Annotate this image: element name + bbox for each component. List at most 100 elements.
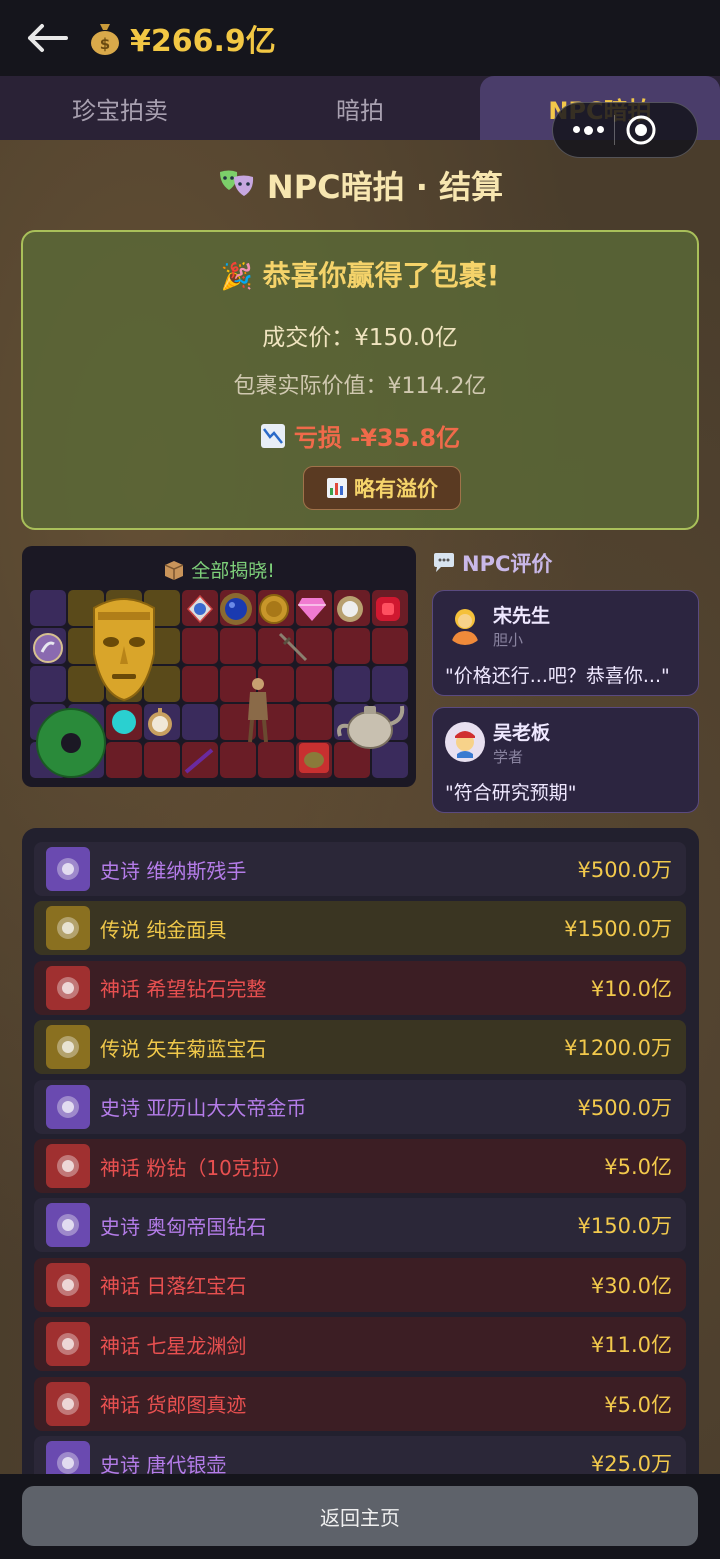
grid-cell (106, 742, 142, 778)
item-row[interactable]: 神话 货郎图真迹 ¥5.0亿 (34, 1376, 686, 1431)
item-price: ¥1200.0万 (564, 1036, 672, 1061)
grid-cell (30, 666, 66, 702)
item-row[interactable]: 神话 七星龙渊剑 ¥11.0亿 (34, 1317, 686, 1372)
item-name: 传说 矢车菊蓝宝石 (100, 1036, 267, 1061)
loss-row: 亏损 -¥35.8亿 (23, 418, 697, 453)
venus-hand-icon (33, 633, 63, 663)
hope-diamond-icon (46, 965, 90, 1010)
venus-hand-icon (46, 847, 90, 891)
npc-name: 宋先生 (493, 605, 551, 627)
npc-review-title: NPC评价 (462, 552, 553, 576)
painting-figure-icon (248, 678, 268, 743)
item-row[interactable]: 传说 矢车菊蓝宝石 ¥1200.0万 (34, 1020, 686, 1075)
gold-mask-icon (93, 598, 155, 702)
grid-cell (182, 704, 218, 740)
turquoise-bead-icon (112, 710, 136, 734)
pink-diamond-icon (46, 1144, 90, 1188)
item-row[interactable]: 神话 粉钻（10克拉） ¥5.0亿 (34, 1139, 686, 1193)
grid-cell (334, 628, 370, 664)
capsule-divider (614, 115, 615, 145)
tab-treasure-auction[interactable]: 珍宝拍卖 (0, 76, 240, 140)
item-row[interactable]: 神话 日落红宝石 ¥30.0亿 (34, 1257, 686, 1312)
gold-mask-icon (46, 906, 90, 951)
item-row[interactable]: 史诗 奥匈帝国钻石 ¥150.0万 (34, 1198, 686, 1253)
return-home-button[interactable]: 返回主页 (22, 1486, 698, 1546)
grid-cell (296, 666, 332, 702)
diamond-brooch-icon (337, 596, 363, 622)
diamond-brooch-icon (46, 1203, 90, 1248)
grid-cell (220, 742, 256, 778)
pink-diamond-icon (298, 598, 326, 621)
item-name: 传说 纯金面具 (100, 917, 227, 942)
item-price: ¥10.0亿 (590, 976, 672, 1001)
premium-badge-label: 略有溢价 (354, 477, 438, 501)
item-price: ¥500.0万 (577, 858, 672, 882)
item-row[interactable]: 神话 希望钻石完整 ¥10.0亿 (34, 960, 686, 1015)
grid-cell (372, 628, 408, 664)
money-bag-icon: $ (91, 24, 119, 55)
page-title-row: NPC暗拍 · 结算 (0, 162, 720, 208)
miniprogram-capsule (552, 102, 698, 158)
item-price: ¥30.0亿 (590, 1273, 672, 1298)
money-display: $ ¥266.9亿 (88, 16, 276, 60)
sapphire-icon (220, 593, 252, 625)
npc-trait: 学者 (493, 748, 524, 766)
item-name: 神话 粉钻（10克拉） (100, 1155, 292, 1180)
item-price: ¥5.0亿 (604, 1155, 672, 1179)
hope-diamond-icon (186, 594, 214, 624)
npc-review-header: NPC评价 (432, 548, 552, 578)
bar-chart-icon (327, 478, 347, 498)
npc-comment: "符合研究预期" (445, 782, 577, 804)
money-amount: ¥266.9亿 (130, 24, 276, 59)
pocket-watch-icon (148, 708, 172, 736)
item-price: ¥500.0万 (577, 1095, 672, 1120)
theater-masks-icon (219, 170, 253, 196)
party-popper-icon: 🎉 (220, 262, 253, 292)
back-arrow-icon[interactable] (22, 18, 70, 58)
grid-cell (258, 742, 294, 778)
sword-icon (46, 1322, 90, 1367)
close-target-icon[interactable] (625, 114, 657, 146)
win-result-card: 🎉 恭喜你赢得了包裹! 成交价：¥150.0亿 包裹实际价值：¥114.2亿 亏… (21, 230, 699, 530)
item-name: 神话 希望钻石完整 (100, 977, 267, 1002)
item-row[interactable]: 史诗 维纳斯残手 ¥500.0万 (34, 842, 686, 896)
dragon-staff-icon (184, 748, 214, 774)
item-price: ¥1500.0万 (564, 917, 672, 942)
item-name: 史诗 奥匈帝国钻石 (100, 1214, 267, 1239)
sapphire-icon (46, 1025, 90, 1070)
ruby-icon (46, 1262, 90, 1307)
speech-bubble-icon (434, 553, 454, 572)
npc-avatar-man-icon (445, 722, 485, 762)
item-name: 神话 货郎图真迹 (100, 1393, 247, 1418)
gold-coin-icon (259, 594, 289, 624)
page-title: NPC暗拍 · 结算 (266, 168, 504, 206)
npc-trait: 胆小 (493, 631, 524, 649)
item-name: 史诗 亚历山大大帝金币 (100, 1096, 307, 1121)
item-row[interactable]: 史诗 亚历山大大帝金币 ¥500.0万 (34, 1079, 686, 1134)
jade-disc-icon (36, 708, 106, 778)
npc-card: 吴老板 学者 "符合研究预期" (432, 707, 699, 813)
npc-name: 吴老板 (493, 722, 551, 744)
deal-price: 成交价：¥150.0亿 (262, 325, 458, 351)
grid-cell (296, 704, 332, 740)
grid-cell (30, 590, 66, 626)
painting-icon (46, 1381, 90, 1426)
more-menu-icon[interactable] (573, 125, 604, 135)
grid-cell (182, 628, 218, 664)
chart-down-icon (260, 423, 285, 448)
loss-amount: 亏损 -¥35.8亿 (293, 424, 461, 452)
top-bar: $ ¥266.9亿 (0, 0, 720, 76)
item-name: 史诗 维纳斯残手 (100, 858, 247, 883)
tab-blind-auction[interactable]: 暗拍 (240, 76, 480, 140)
svg-text:$: $ (100, 35, 110, 53)
ruby-icon (376, 597, 400, 621)
npc-avatar-woman-icon (451, 609, 479, 645)
grid-cell (220, 628, 256, 664)
item-list: 史诗 维纳斯残手 ¥500.0万 传说 纯金面具 ¥1500.0万 神话 希望钻石完整 ¥… (22, 828, 699, 1488)
silver-teapot-icon (337, 705, 405, 749)
premium-badge: 略有溢价 (303, 466, 461, 510)
gold-coin-icon (46, 1084, 90, 1129)
grid-cell (182, 666, 218, 702)
item-row[interactable]: 传说 纯金面具 ¥1500.0万 (34, 901, 686, 956)
win-headline-row: 🎉 恭喜你赢得了包裹! (23, 254, 697, 294)
